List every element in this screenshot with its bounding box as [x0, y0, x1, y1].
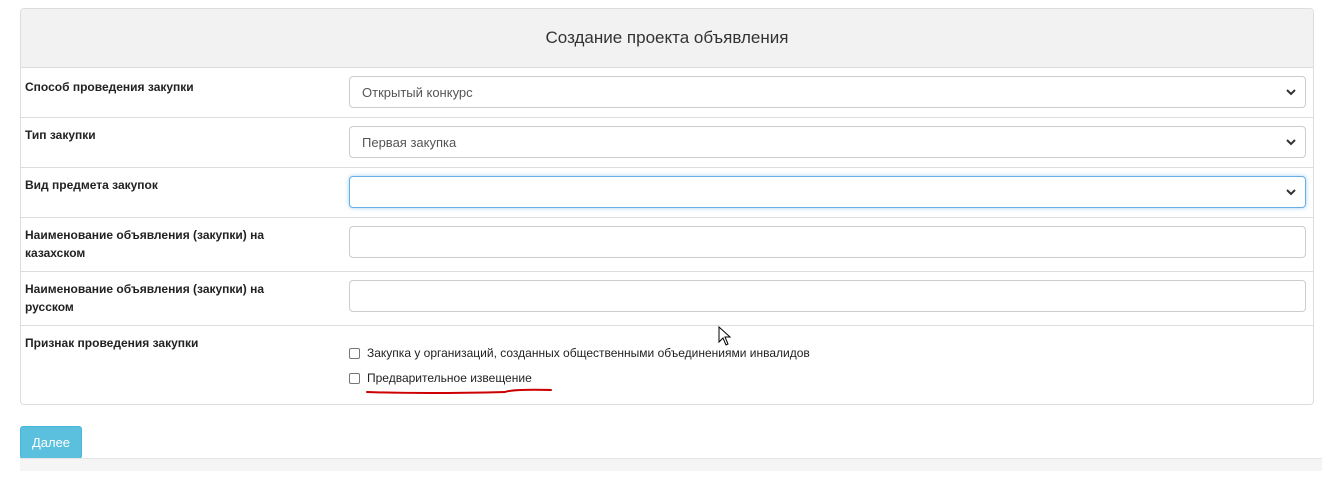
footer-bar [20, 458, 1322, 471]
name-russian-label: Наименование объявления (закупки) на рус… [25, 282, 265, 314]
next-button[interactable]: Далее [20, 426, 82, 459]
page-title: Создание проекта объявления [21, 9, 1313, 68]
row-purchase-type: Тип закупки Первая закупка [21, 117, 1313, 168]
purchase-method-value: Открытый конкурс [362, 84, 473, 100]
checkbox-preliminary-notice-label: Предварительное извещение [367, 371, 532, 385]
row-name-russian: Наименование объявления (закупки) на рус… [21, 271, 1313, 326]
purchase-method-select[interactable]: Открытый конкурс [349, 76, 1306, 108]
purchase-type-value: Первая закупка [362, 134, 457, 150]
checkbox-disabled-orgs[interactable]: Закупка у организаций, созданных обществ… [349, 346, 810, 360]
row-subject-type: Вид предмета закупок [21, 167, 1313, 218]
checkbox[interactable] [349, 372, 360, 384]
chevron-down-icon [1286, 189, 1296, 196]
red-underline-annotation [366, 388, 552, 394]
name-kazakh-input[interactable] [349, 226, 1306, 258]
subject-type-label: Вид предмета закупок [25, 178, 158, 192]
purchase-method-label: Способ проведения закупки [25, 80, 194, 94]
name-russian-input[interactable] [349, 280, 1306, 312]
chevron-down-icon [1286, 139, 1296, 146]
row-purchase-attribute: Признак проведения закупки Закупка у орг… [21, 325, 1313, 405]
chevron-down-icon [1286, 89, 1296, 96]
checkbox-disabled-orgs-label: Закупка у организаций, созданных обществ… [367, 346, 810, 360]
checkbox[interactable] [349, 347, 360, 359]
checkbox-preliminary-notice[interactable]: Предварительное извещение [349, 371, 532, 385]
purchase-attribute-label: Признак проведения закупки [25, 336, 199, 350]
purchase-type-label: Тип закупки [25, 128, 96, 142]
row-purchase-method: Способ проведения закупки Открытый конку… [21, 67, 1313, 118]
row-name-kazakh: Наименование объявления (закупки) на каз… [21, 217, 1313, 272]
form-panel: Создание проекта объявления Способ прове… [20, 8, 1314, 405]
name-kazakh-label: Наименование объявления (закупки) на каз… [25, 228, 265, 260]
purchase-type-select[interactable]: Первая закупка [349, 126, 1306, 158]
subject-type-select[interactable] [349, 176, 1306, 208]
mouse-cursor-icon [718, 326, 732, 346]
